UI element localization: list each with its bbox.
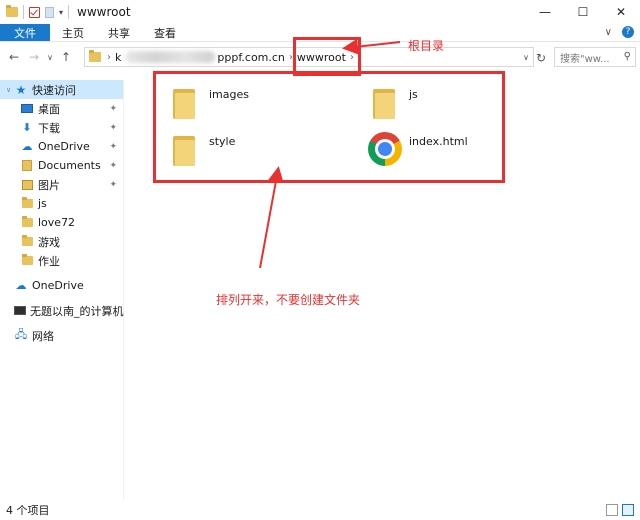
maximize-button[interactable]: ☐ (564, 0, 602, 24)
folder-icon (20, 254, 34, 267)
tab-view[interactable]: 查看 (142, 24, 188, 41)
sidebar-item-label: 图片 (38, 178, 60, 192)
annotation-box-files (153, 71, 505, 183)
help-icon[interactable]: ? (622, 26, 634, 38)
ribbon-right-controls: ∨ ? (605, 26, 634, 38)
sidebar-item-downloads[interactable]: ⬇ 下载 ✦ (0, 118, 123, 137)
chevron-down-icon[interactable]: ∨ (523, 53, 529, 62)
sidebar-item-desktop[interactable]: 桌面 ✦ (0, 99, 123, 118)
close-button[interactable]: ✕ (602, 0, 640, 24)
sidebar-item-label: js (38, 197, 47, 210)
tab-home[interactable]: 主页 (50, 24, 96, 41)
chevron-down-icon[interactable]: ∨ (6, 86, 14, 94)
sidebar-item-label: love72 (38, 216, 76, 229)
pin-icon: ✦ (109, 160, 117, 171)
sidebar-item-pictures[interactable]: 图片 ✦ (0, 175, 123, 194)
chevron-right-icon[interactable]: › (107, 52, 111, 63)
window-title: wwwroot (77, 5, 131, 19)
window-controls: — ☐ ✕ (526, 0, 640, 24)
recent-locations-dropdown[interactable]: ∨ (44, 53, 56, 62)
sidebar-item-label: 下载 (38, 121, 60, 135)
onedrive-icon: ☁ (15, 279, 27, 292)
refresh-button[interactable]: ↻ (536, 51, 546, 65)
sidebar-item-onedrive[interactable]: ☁ OneDrive (0, 276, 123, 295)
title-bar: ▾ wwwroot — ☐ ✕ (0, 0, 640, 24)
new-folder-icon[interactable] (45, 6, 54, 18)
item-count: 4 个项目 (6, 504, 50, 517)
back-button[interactable]: ← (4, 50, 24, 64)
folder-icon (20, 197, 34, 210)
tab-file[interactable]: 文件 (0, 24, 50, 41)
minimize-button[interactable]: — (526, 0, 564, 24)
computer-icon (14, 305, 26, 317)
status-bar: 4 个项目 (0, 500, 640, 520)
sidebar-item-quick-access[interactable]: ∨ ★ 快速访问 (0, 80, 123, 99)
customize-toolbar-dropdown[interactable]: ▾ (59, 8, 63, 17)
sidebar-item-games[interactable]: 游戏 (0, 232, 123, 251)
sidebar-item-label: 游戏 (38, 235, 60, 249)
pictures-icon (20, 179, 34, 191)
pin-icon: ✦ (109, 122, 117, 133)
breadcrumb-start[interactable]: k (115, 51, 121, 64)
large-icons-view-icon[interactable] (622, 504, 634, 516)
sidebar-item-js[interactable]: js (0, 194, 123, 213)
redacted-path (125, 51, 216, 63)
pin-icon: ✦ (109, 179, 117, 190)
sidebar-item-this-pc[interactable]: 无题以南_的计算机 (0, 301, 124, 320)
sidebar-item-documents[interactable]: Documents ✦ (0, 156, 123, 175)
documents-icon (20, 160, 34, 172)
desktop-icon (20, 103, 34, 115)
sidebar-item-label: 网络 (32, 329, 54, 343)
sidebar-item-network[interactable]: 🖧 网络 (0, 326, 123, 345)
tab-share[interactable]: 共享 (96, 24, 142, 41)
search-placeholder: 搜索"ww... (560, 53, 610, 65)
sidebar-item-label: OneDrive (38, 140, 90, 153)
separator (23, 5, 24, 19)
pin-icon: ✦ (109, 141, 117, 152)
folder-icon (89, 50, 101, 62)
download-icon: ⬇ (22, 121, 32, 134)
folder-icon (6, 5, 18, 17)
search-input[interactable]: 搜索"ww... ⚲ (554, 47, 636, 67)
sidebar-item-label: OneDrive (32, 279, 84, 292)
sidebar-item-onedrive-quick[interactable]: ☁ OneDrive ✦ (0, 137, 123, 156)
properties-icon[interactable] (29, 6, 40, 18)
network-icon: 🖧 (14, 328, 28, 341)
sidebar-item-label: 桌面 (38, 102, 60, 116)
details-view-icon[interactable] (606, 504, 618, 516)
folder-icon (20, 216, 34, 229)
annotation-arrange-label: 排列开来，不要创建文件夹 (216, 293, 361, 307)
quick-access-toolbar: ▾ (0, 5, 70, 19)
view-toggle (606, 504, 634, 516)
sidebar-item-label: 无题以南_的计算机 (30, 304, 124, 318)
star-icon: ★ (15, 82, 27, 97)
forward-button[interactable]: → (24, 50, 44, 64)
sidebar-item-label: 快速访问 (32, 83, 76, 97)
sidebar-item-homework[interactable]: 作业 (0, 251, 123, 270)
sidebar-item-love72[interactable]: love72 (0, 213, 123, 232)
expand-ribbon-icon[interactable]: ∨ (605, 27, 612, 38)
breadcrumb-domain[interactable]: pppf.com.cn (217, 51, 285, 64)
folder-icon (20, 235, 34, 248)
sidebar-item-label: Documents (38, 159, 101, 172)
up-button[interactable]: ↑ (56, 50, 76, 64)
search-icon[interactable]: ⚲ (624, 51, 631, 62)
sidebar-item-label: 作业 (38, 254, 60, 268)
separator (68, 5, 70, 19)
pin-icon: ✦ (109, 103, 117, 114)
navigation-pane: ∨ ★ 快速访问 桌面 ✦ ⬇ 下载 ✦ ☁ OneDrive ✦ Docume… (0, 80, 124, 500)
annotation-root-label: 根目录 (408, 39, 445, 53)
onedrive-icon: ☁ (21, 140, 33, 153)
